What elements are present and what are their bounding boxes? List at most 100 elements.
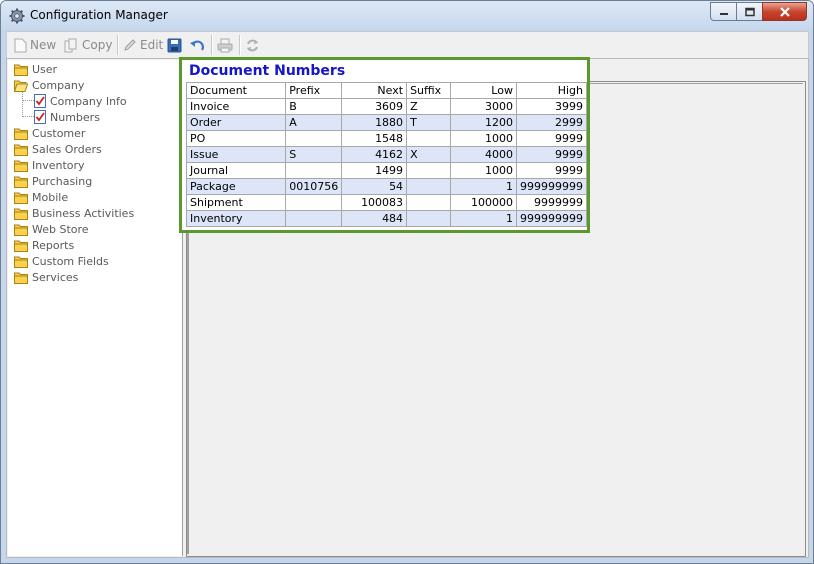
table-cell[interactable]: 999999999 [515,178,588,195]
column-header[interactable]: Next [341,82,408,99]
column-header[interactable]: Low [450,82,517,99]
table-cell[interactable]: 1000 [450,130,517,147]
table-cell[interactable]: 999999999 [515,210,588,227]
table-cell[interactable]: 9999 [515,130,588,147]
table-row[interactable]: Order A 1880 T 1200 2999 [185,114,588,131]
table-cell[interactable]: 2999 [515,114,588,131]
column-header[interactable]: Document [185,82,287,99]
table-cell[interactable] [406,178,452,195]
table-cell[interactable]: Shipment [185,194,287,211]
table-cell[interactable]: 9999 [515,146,588,163]
table-row[interactable]: Journal 1499 1000 9999 [185,162,588,179]
table-cell[interactable]: Order [185,114,287,131]
tree-item-user[interactable]: User [14,61,57,77]
table-cell[interactable]: Z [406,98,452,115]
tree-item-inventory[interactable]: Inventory [14,157,85,173]
column-header[interactable]: Suffix [406,82,452,99]
tree-item-label: Company Info [50,94,127,108]
refresh-button[interactable] [245,36,263,54]
table-row[interactable]: Shipment 100083 100000 9999999 [185,194,588,211]
minimize-button[interactable] [710,2,737,21]
tree-item-label: Inventory [32,158,85,172]
print-button[interactable] [217,36,236,54]
table-row[interactable]: Issue S 4162 X 4000 9999 [185,146,588,163]
table-cell[interactable]: Issue [185,146,287,163]
folder-icon [14,128,28,140]
table-cell[interactable]: 1200 [450,114,517,131]
toolbar: New Copy Edit [6,31,809,59]
table-cell[interactable]: 3999 [515,98,588,115]
table-cell[interactable]: 1000 [450,162,517,179]
tree-item-business-activities[interactable]: Business Activities [14,205,134,221]
table-row[interactable]: Inventory 484 1 999999999 [185,210,588,227]
document-numbers-table[interactable]: Document Prefix Next Suffix Low High Inv… [185,82,588,227]
tree-item-mobile[interactable]: Mobile [14,189,68,205]
table-cell[interactable] [406,130,452,147]
tree-item-label: Services [32,270,79,284]
table-cell[interactable]: 54 [341,178,408,195]
tree-item-label: Numbers [50,110,100,124]
table-cell[interactable] [285,162,343,179]
table-cell[interactable]: 100000 [450,194,517,211]
table-cell[interactable]: B [285,98,343,115]
folder-icon [14,160,28,172]
new-button[interactable]: New [14,36,56,54]
table-cell[interactable]: Invoice [185,98,287,115]
table-row[interactable]: Invoice B 3609 Z 3000 3999 [185,98,588,115]
tree-item-customer[interactable]: Customer [14,125,85,141]
table-cell[interactable]: X [406,146,452,163]
table-cell[interactable]: 4162 [341,146,408,163]
tree-item-sales-orders[interactable]: Sales Orders [14,141,102,157]
save-button[interactable] [167,36,185,54]
table-cell[interactable]: 9999999 [515,194,588,211]
table-cell[interactable]: 9999 [515,162,588,179]
tree-item-label: Mobile [32,190,69,204]
close-button[interactable] [762,2,807,21]
table-cell[interactable]: 0010756 [285,178,343,195]
table-cell[interactable] [285,210,343,227]
tree-item-custom-fields[interactable]: Custom Fields [14,253,109,269]
table-cell[interactable]: Package [185,178,287,195]
table-cell[interactable]: PO [185,130,287,147]
table-row[interactable]: PO 1548 1000 9999 [185,130,588,147]
table-cell[interactable]: T [406,114,452,131]
copy-button[interactable]: Copy [64,36,112,54]
tree-item-services[interactable]: Services [14,269,78,285]
table-cell[interactable]: Journal [185,162,287,179]
table-cell[interactable]: S [285,146,343,163]
table-cell[interactable]: Inventory [185,210,287,227]
table-cell[interactable] [406,210,452,227]
table-header-row: Document Prefix Next Suffix Low High [185,82,588,99]
table-cell[interactable]: 1499 [341,162,408,179]
table-cell[interactable]: 484 [341,210,408,227]
table-cell[interactable]: 3609 [341,98,408,115]
table-cell[interactable] [406,162,452,179]
tree-item-reports[interactable]: Reports [14,237,74,253]
table-cell[interactable]: 1 [450,210,517,227]
checklist-icon [34,94,46,108]
table-cell[interactable]: 3000 [450,98,517,115]
column-header[interactable]: High [515,82,588,99]
table-cell[interactable]: A [285,114,343,131]
table-cell[interactable]: 4000 [450,146,517,163]
table-cell[interactable] [285,194,343,211]
tree-item-numbers[interactable]: Numbers [34,109,100,125]
table-cell[interactable]: 1880 [341,114,408,131]
tree-item-company-info[interactable]: Company Info [34,93,127,109]
table-row[interactable]: Package 0010756 54 1 999999999 [185,178,588,195]
maximize-button[interactable] [736,2,763,21]
table-cell[interactable] [406,194,452,211]
column-header[interactable]: Prefix [285,82,343,99]
undo-button[interactable] [189,36,208,54]
table-cell[interactable]: 100083 [341,194,408,211]
table-cell[interactable] [285,130,343,147]
table-cell[interactable]: 1548 [341,130,408,147]
tree-item-web-store[interactable]: Web Store [14,221,89,237]
folder-icon [14,192,28,204]
tree-item-purchasing[interactable]: Purchasing [14,173,92,189]
maximize-icon [744,7,755,16]
edit-button[interactable]: Edit [123,36,163,54]
table-cell[interactable]: 1 [450,178,517,195]
tree-item-company[interactable]: Company [14,77,84,93]
tree-item-label: Company [32,78,85,92]
